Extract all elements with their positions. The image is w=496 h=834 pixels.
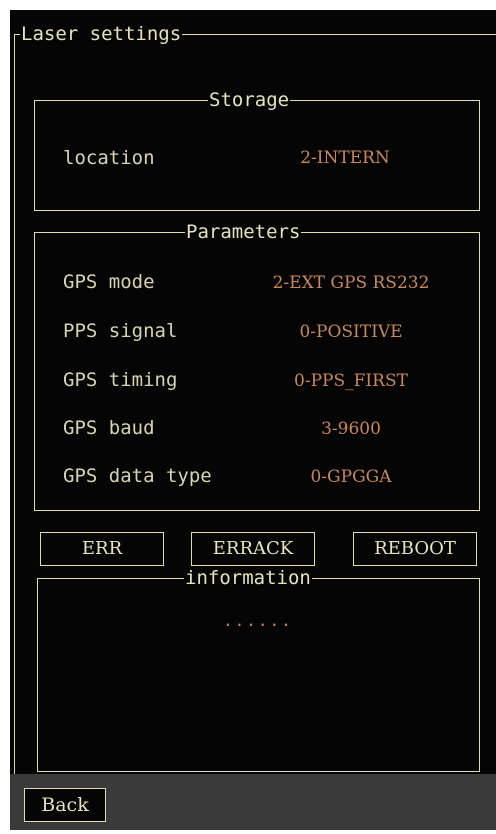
- err-button[interactable]: ERR: [40, 532, 164, 566]
- information-title: information: [184, 567, 312, 589]
- pps-signal-label: PPS signal: [63, 320, 178, 342]
- gps-mode-label: GPS mode: [63, 271, 155, 293]
- gps-timing-value[interactable]: 0-PPS_FIRST: [251, 370, 451, 392]
- gps-mode-value[interactable]: 2-EXT GPS RS232: [251, 272, 451, 294]
- location-value[interactable]: 2-INTERN: [245, 147, 445, 169]
- information-group: information ......: [37, 567, 480, 772]
- gps-data-type-value[interactable]: 0-GPGGA: [251, 466, 451, 488]
- gps-baud-value[interactable]: 3-9600: [251, 418, 451, 440]
- screen: Laser settings Storage location 2-INTERN…: [0, 0, 496, 834]
- reboot-button[interactable]: REBOOT: [353, 532, 477, 566]
- location-label: location: [63, 147, 155, 169]
- footer-bar: Back: [10, 774, 496, 830]
- errack-button[interactable]: ERRACK: [191, 532, 315, 566]
- information-text: ......: [223, 611, 293, 630]
- laser-settings-title: Laser settings: [20, 23, 183, 45]
- parameters-title: Parameters: [185, 221, 302, 243]
- gps-data-type-label: GPS data type: [63, 465, 212, 487]
- storage-title: Storage: [208, 89, 291, 111]
- gps-baud-label: GPS baud: [63, 417, 155, 439]
- gps-timing-label: GPS timing: [63, 369, 178, 391]
- storage-group: Storage location 2-INTERN: [34, 89, 480, 211]
- parameters-group: Parameters GPS mode 2-EXT GPS RS232 PPS …: [34, 221, 480, 511]
- back-button[interactable]: Back: [24, 788, 106, 822]
- laser-settings-panel: Laser settings Storage location 2-INTERN…: [10, 10, 496, 830]
- pps-signal-value[interactable]: 0-POSITIVE: [251, 321, 451, 343]
